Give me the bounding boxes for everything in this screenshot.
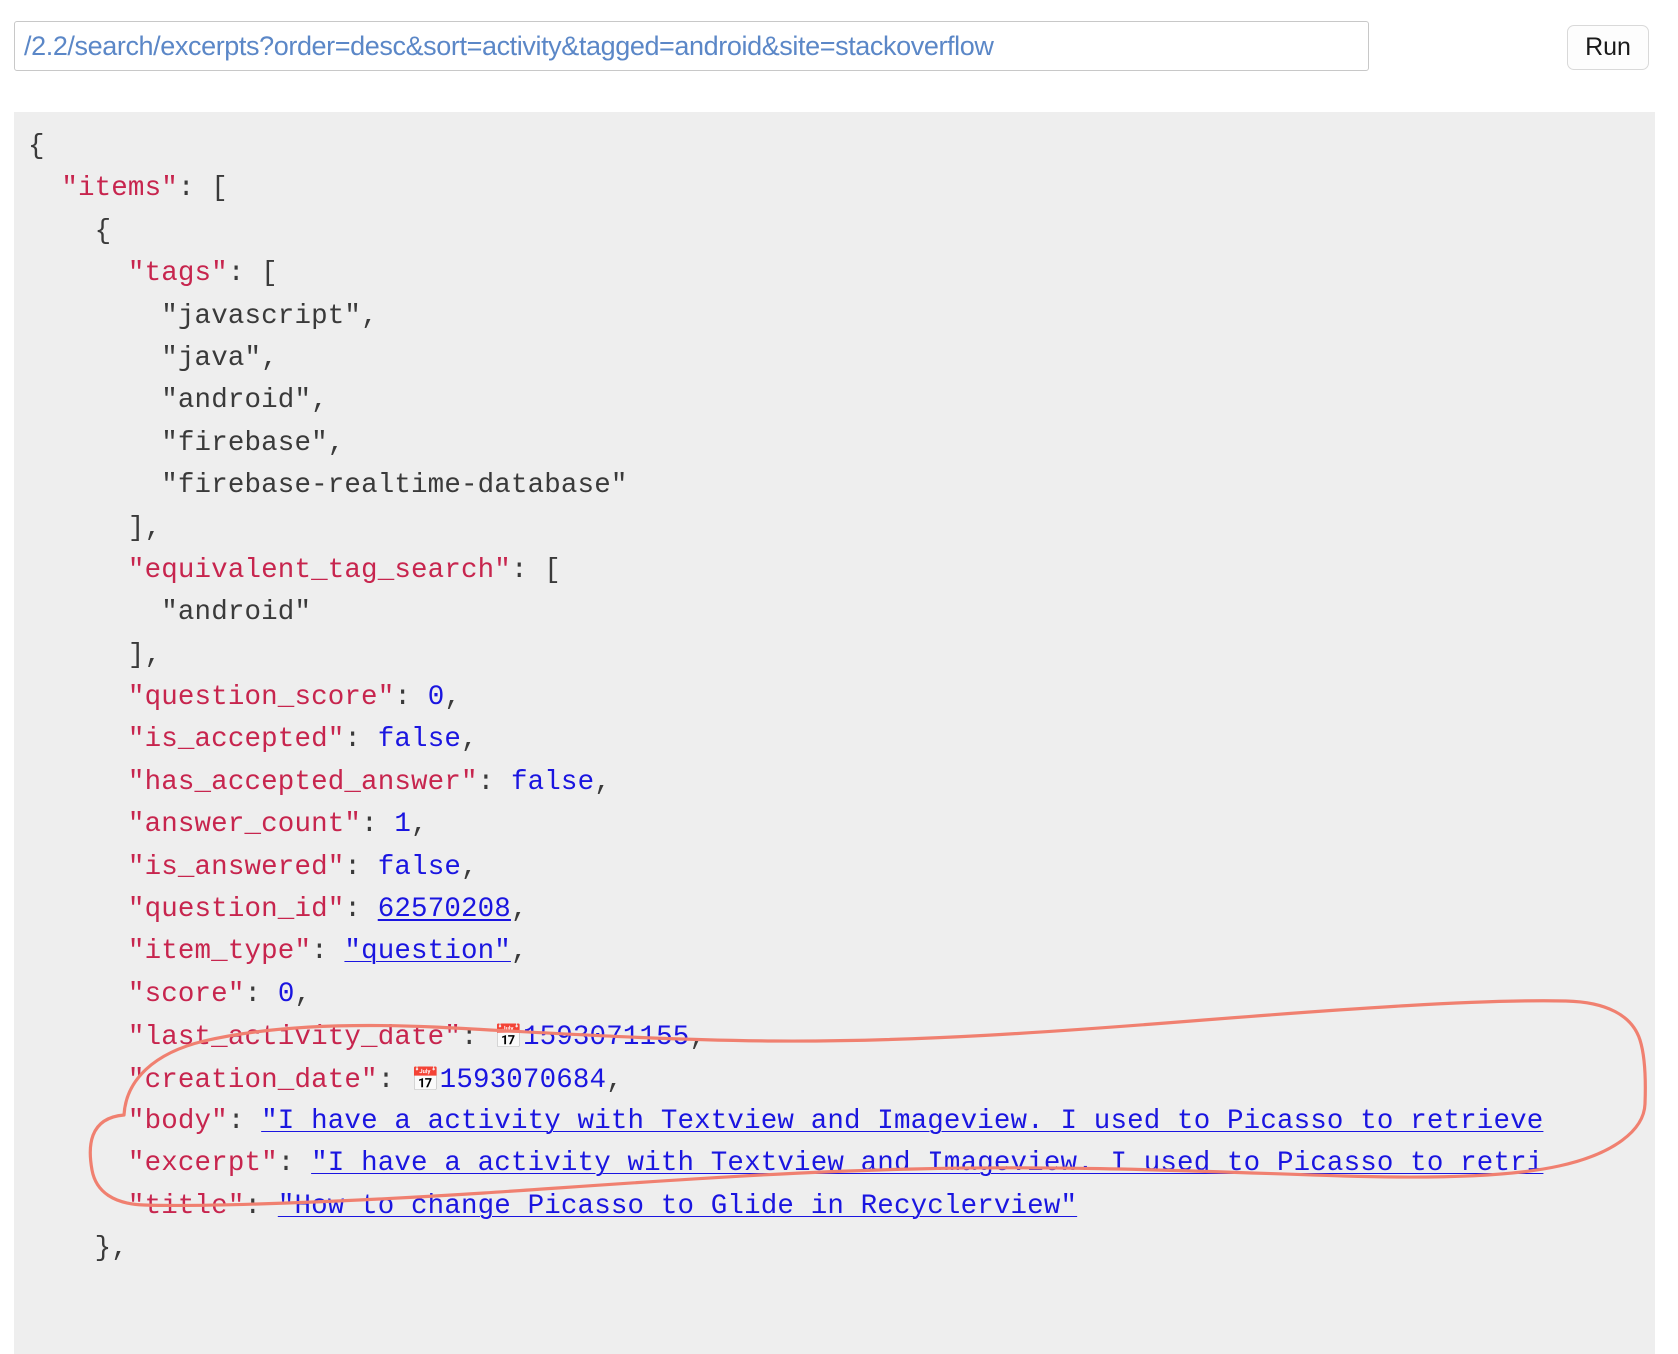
request-toolbar: Run — [0, 0, 1678, 92]
json-response-body: { "items": [ { "tags": [ "javascript", "… — [28, 131, 1544, 1265]
run-button[interactable]: Run — [1567, 25, 1649, 70]
response-panel[interactable]: { "items": [ { "tags": [ "javascript", "… — [14, 112, 1655, 1354]
request-url-input[interactable] — [14, 21, 1369, 71]
